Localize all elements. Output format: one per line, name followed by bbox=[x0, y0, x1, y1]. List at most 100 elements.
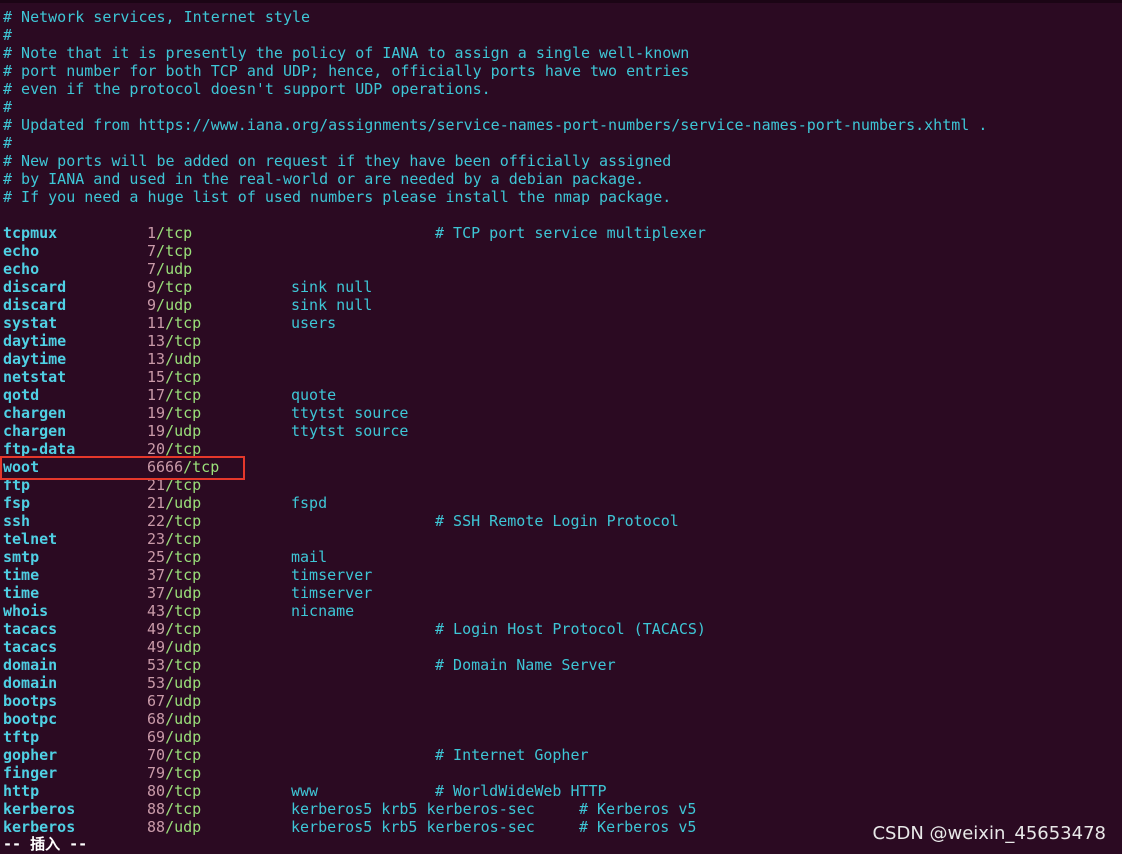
protocol: tcp bbox=[174, 440, 202, 458]
service-aliases: users bbox=[291, 314, 337, 332]
service-aliases: kerberos5 krb5 kerberos-sec bbox=[291, 800, 535, 818]
terminal-window[interactable]: # Network services, Internet style # # Not… bbox=[0, 0, 1122, 854]
protocol: tcp bbox=[174, 548, 202, 566]
port-number: 9 bbox=[147, 296, 157, 314]
port-separator: / bbox=[156, 224, 166, 242]
port-protocol: 70/tcp bbox=[147, 746, 201, 764]
service-entry-row[interactable]: daytime 13/tcp bbox=[3, 332, 1113, 350]
port-separator: / bbox=[165, 314, 175, 332]
protocol: udp bbox=[174, 818, 202, 836]
protocol: udp bbox=[174, 422, 202, 440]
service-entry-row[interactable]: echo 7/tcp bbox=[3, 242, 1113, 260]
service-entry-row[interactable]: gopher 70/tcp # Internet Gopher bbox=[3, 746, 1113, 764]
port-protocol: 88/udp bbox=[147, 818, 201, 836]
port-protocol: 15/tcp bbox=[147, 368, 201, 386]
port-separator: / bbox=[165, 674, 175, 692]
protocol: udp bbox=[174, 638, 202, 656]
port-number: 11 bbox=[147, 314, 166, 332]
port-protocol: 49/udp bbox=[147, 638, 201, 656]
service-entry-row[interactable]: time 37/tcp timserver bbox=[3, 566, 1113, 584]
port-protocol: 6666/tcp bbox=[147, 458, 219, 476]
port-separator: / bbox=[156, 242, 166, 260]
service-entry-row[interactable]: ftp 21/tcp bbox=[3, 476, 1113, 494]
port-number: 53 bbox=[147, 674, 166, 692]
port-separator: / bbox=[156, 296, 166, 314]
port-protocol: 68/udp bbox=[147, 710, 201, 728]
service-entry-row[interactable]: finger 79/tcp bbox=[3, 764, 1113, 782]
window-top-edge bbox=[0, 0, 1122, 3]
service-entry-row[interactable]: http 80/tcp www # WorldWideWeb HTTP bbox=[3, 782, 1113, 800]
service-entry-row[interactable]: woot 6666/tcp bbox=[3, 458, 1113, 476]
watermark: CSDN @weixin_45653478 bbox=[872, 823, 1106, 844]
service-name: discard bbox=[3, 296, 67, 314]
port-protocol: 22/tcp bbox=[147, 512, 201, 530]
service-entry-row[interactable]: ftp-data 20/tcp bbox=[3, 440, 1113, 458]
service-aliases: timserver bbox=[291, 584, 373, 602]
header-comment-line: # by IANA and used in the real-world or … bbox=[3, 170, 645, 188]
service-entry-row[interactable]: fsp 21/udp fspd bbox=[3, 494, 1113, 512]
port-separator: / bbox=[156, 260, 166, 278]
port-number: 22 bbox=[147, 512, 166, 530]
port-separator: / bbox=[165, 368, 175, 386]
protocol: udp bbox=[174, 584, 202, 602]
service-aliases: mail bbox=[291, 548, 328, 566]
port-protocol: 43/tcp bbox=[147, 602, 201, 620]
port-protocol: 21/udp bbox=[147, 494, 201, 512]
service-entry-row[interactable]: systat 11/tcp users bbox=[3, 314, 1113, 332]
protocol: udp bbox=[174, 710, 202, 728]
service-entry-row[interactable]: netstat 15/tcp bbox=[3, 368, 1113, 386]
service-entry-row[interactable]: tacacs 49/udp bbox=[3, 638, 1113, 656]
port-number: 13 bbox=[147, 332, 166, 350]
service-entry-row[interactable]: time 37/udp timserver bbox=[3, 584, 1113, 602]
service-name: echo bbox=[3, 260, 40, 278]
service-entry-row[interactable]: bootps 67/udp bbox=[3, 692, 1113, 710]
service-entry-row[interactable]: echo 7/udp bbox=[3, 260, 1113, 278]
service-entry-row[interactable]: whois 43/tcp nicname bbox=[3, 602, 1113, 620]
service-entry-row[interactable]: telnet 23/tcp bbox=[3, 530, 1113, 548]
service-entry-row[interactable]: smtp 25/tcp mail bbox=[3, 548, 1113, 566]
port-protocol: 37/tcp bbox=[147, 566, 201, 584]
service-entry-row[interactable]: tcpmux 1/tcp # TCP port service multiplexe… bbox=[3, 224, 1113, 242]
protocol: tcp bbox=[174, 782, 202, 800]
service-entry-row[interactable]: kerberos 88/tcp kerberos5 krb5 kerberos-se… bbox=[3, 800, 1113, 818]
service-entry-row[interactable]: bootpc 68/udp bbox=[3, 710, 1113, 728]
port-separator: / bbox=[183, 458, 193, 476]
port-separator: / bbox=[165, 782, 175, 800]
service-name: smtp bbox=[3, 548, 40, 566]
service-aliases: sink null bbox=[291, 296, 373, 314]
port-separator: / bbox=[165, 422, 175, 440]
port-protocol: 67/udp bbox=[147, 692, 201, 710]
vim-mode-indicator: -- 插入 -- bbox=[3, 835, 88, 853]
port-protocol: 9/udp bbox=[147, 296, 192, 314]
port-separator: / bbox=[165, 818, 175, 836]
port-number: 17 bbox=[147, 386, 166, 404]
port-protocol: 19/tcp bbox=[147, 404, 201, 422]
service-name: systat bbox=[3, 314, 58, 332]
service-aliases: ttytst source bbox=[291, 422, 409, 440]
service-entry-row[interactable]: chargen 19/udp ttytst source bbox=[3, 422, 1113, 440]
port-protocol: 7/tcp bbox=[147, 242, 192, 260]
port-protocol: 9/tcp bbox=[147, 278, 192, 296]
service-entry-row[interactable]: discard 9/udp sink null bbox=[3, 296, 1113, 314]
service-aliases: quote bbox=[291, 386, 337, 404]
service-entry-row[interactable]: discard 9/tcp sink null bbox=[3, 278, 1113, 296]
service-entry-row[interactable]: qotd 17/tcp quote bbox=[3, 386, 1113, 404]
service-name: http bbox=[3, 782, 40, 800]
port-number: 7 bbox=[147, 242, 157, 260]
service-entry-row[interactable]: domain 53/tcp # Domain Name Server bbox=[3, 656, 1113, 674]
service-entry-row[interactable]: ssh 22/tcp # SSH Remote Login Protocol bbox=[3, 512, 1113, 530]
port-protocol: 13/udp bbox=[147, 350, 201, 368]
service-entry-row[interactable]: tftp 69/udp bbox=[3, 728, 1113, 746]
protocol: tcp bbox=[165, 224, 193, 242]
service-aliases: timserver bbox=[291, 566, 373, 584]
port-separator: / bbox=[165, 620, 175, 638]
service-entry-row[interactable]: chargen 19/tcp ttytst source bbox=[3, 404, 1113, 422]
service-entry-row[interactable]: tacacs 49/tcp # Login Host Protocol (TACAC… bbox=[3, 620, 1113, 638]
service-name: domain bbox=[3, 674, 58, 692]
header-comment-line: # bbox=[3, 98, 13, 116]
service-aliases: ttytst source bbox=[291, 404, 409, 422]
service-entry-row[interactable]: domain 53/udp bbox=[3, 674, 1113, 692]
service-entry-row[interactable]: daytime 13/udp bbox=[3, 350, 1113, 368]
port-protocol: 37/udp bbox=[147, 584, 201, 602]
service-name: daytime bbox=[3, 332, 67, 350]
